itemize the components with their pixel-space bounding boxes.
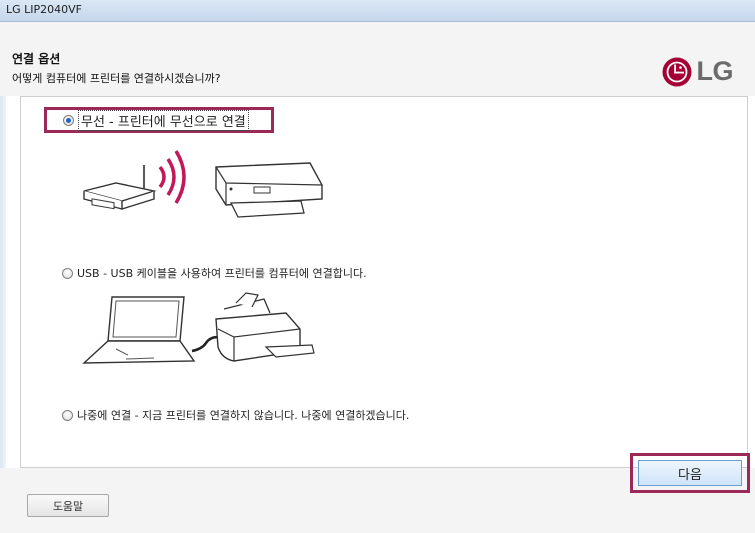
title-bar[interactable]: LG LIP2040VF <box>0 0 755 22</box>
next-button[interactable]: 다음 <box>638 460 742 486</box>
help-button[interactable]: 도움말 <box>27 494 109 517</box>
radio-later[interactable] <box>62 409 73 421</box>
page-subtitle: 어떻게 컴퓨터에 프린터를 연결하시겠습니까? <box>12 72 221 85</box>
option-usb-label: USB - USB 케이블을 사용하여 프린터를 컴퓨터에 연결합니다. <box>77 267 367 280</box>
header-area: 연결 옵션 어떻게 컴퓨터에 프린터를 연결하시겠습니까? LG <box>0 22 755 96</box>
window-title: LG LIP2040VF <box>6 3 83 16</box>
lg-logo-icon <box>662 57 691 86</box>
page-title: 연결 옵션 <box>12 52 61 66</box>
option-later-label: 나중에 연결 - 지금 프린터를 연결하지 않습니다. 나중에 연결하겠습니다. <box>77 409 410 422</box>
option-later[interactable]: 나중에 연결 - 지금 프린터를 연결하지 않습니다. 나중에 연결하겠습니다. <box>62 407 409 423</box>
lg-wordmark: LG <box>696 56 734 86</box>
wireless-illustration <box>83 150 323 218</box>
option-wireless[interactable]: 무선 - 프린터에 무선으로 연결 <box>44 107 274 133</box>
lg-logo: LG <box>662 56 734 87</box>
option-usb[interactable]: USB - USB 케이블을 사용하여 프린터를 컴퓨터에 연결합니다. <box>62 265 367 281</box>
connection-options-panel: 무선 - 프린터에 무선으로 연결 USB - USB 케이블을 사용하여 프린… <box>20 96 748 468</box>
radio-usb[interactable] <box>62 267 73 279</box>
option-wireless-label: 무선 - 프린터에 무선으로 연결 <box>78 109 249 131</box>
radio-wireless[interactable] <box>63 114 74 126</box>
usb-illustration <box>82 292 315 364</box>
